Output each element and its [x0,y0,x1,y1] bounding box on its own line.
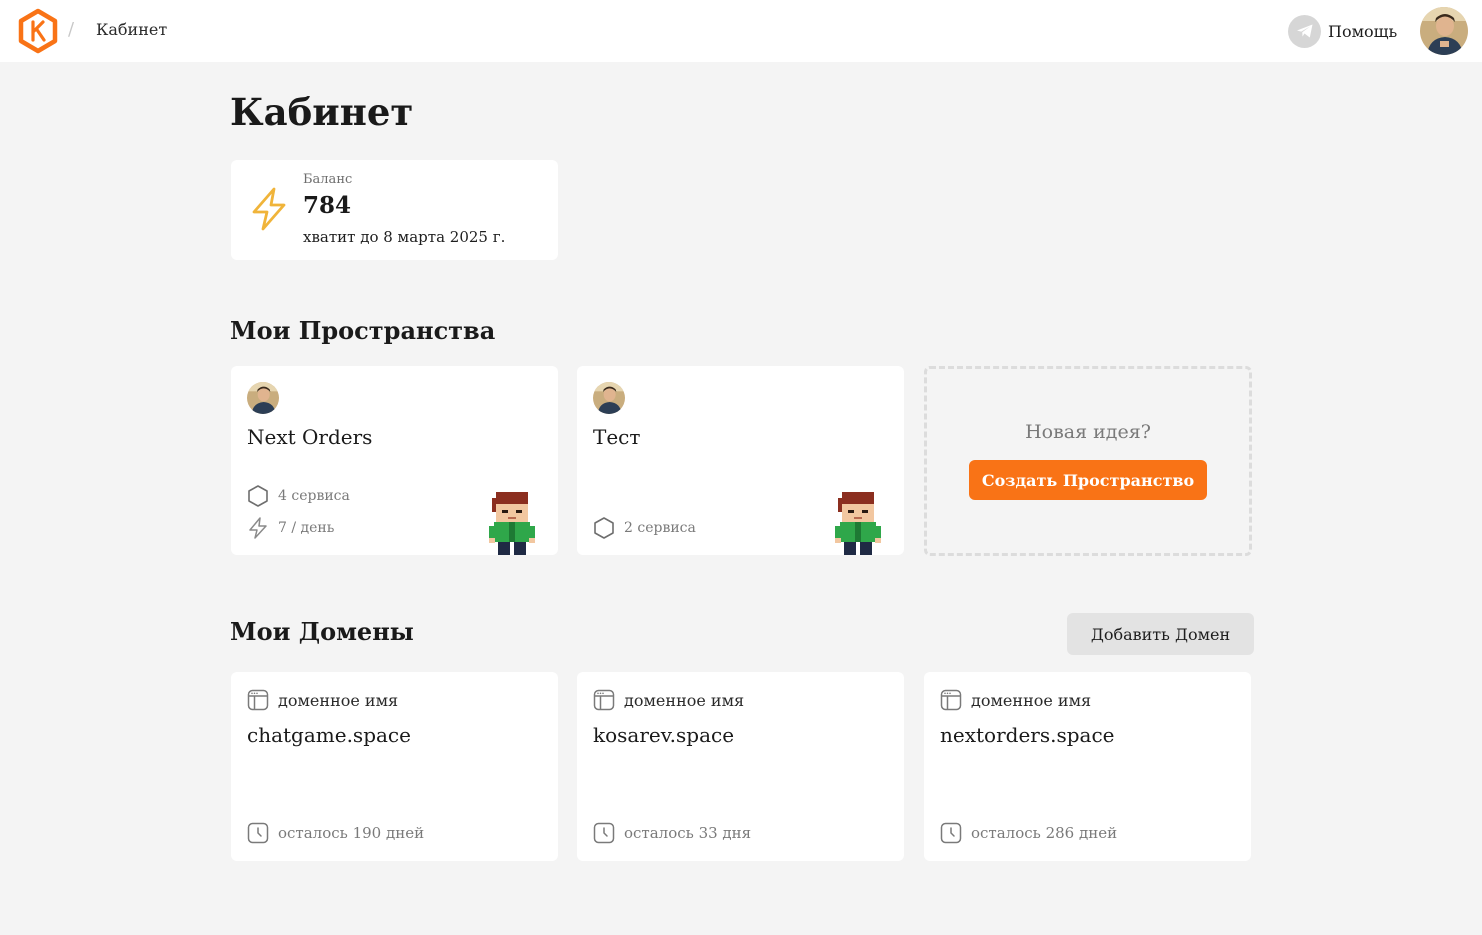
new-space-card: Новая идея? Создать Пространство [924,366,1252,556]
browser-window-icon [247,689,269,711]
clock-icon [247,822,269,844]
space-services-count: 4 сервиса [278,488,350,504]
space-usage-rate: 7 / день [278,520,335,536]
space-services: 4 сервиса [247,484,350,508]
telegram-icon [1288,14,1321,48]
domain-name: chatgame.space [247,723,411,747]
balance-card[interactable]: Баланс 784 хватит до 8 марта 2025 г. [231,160,558,260]
domain-card[interactable]: доменное имя kosarev.space осталось 33 д… [577,672,904,861]
domain-card[interactable]: доменное имя chatgame.space осталось 190… [231,672,558,861]
help-button[interactable]: Помощь [1288,14,1397,48]
domains-section-title: Мои Домены [230,617,414,646]
create-space-button[interactable]: Создать Пространство [969,460,1207,500]
browser-window-icon [593,689,615,711]
add-domain-button[interactable]: Добавить Домен [1067,613,1254,655]
space-owner-avatar [593,382,625,414]
spaces-section-title: Мои Пространства [230,316,496,345]
domain-label: доменное имя [247,689,398,711]
top-bar: / Кабинет Помощь [0,0,1482,62]
domain-label: доменное имя [593,689,744,711]
domain-expiry: осталось 286 дней [940,822,1117,844]
domain-label: доменное имя [940,689,1091,711]
space-card[interactable]: Тест 2 сервиса [577,366,904,555]
domain-expiry-text: осталось 286 дней [971,824,1118,842]
balance-forecast: хватит до 8 марта 2025 г. [303,228,506,246]
clock-icon [593,822,615,844]
lightning-icon [249,517,267,539]
domain-name: kosarev.space [593,723,735,747]
space-services-count: 2 сервиса [624,520,696,536]
domain-name: nextorders.space [940,723,1115,747]
space-card[interactable]: Next Orders 4 сервиса 7 / день [231,366,558,555]
space-usage: 7 / день [247,516,334,540]
domain-label-text: доменное имя [971,690,1092,710]
new-space-prompt: Новая идея? [1025,421,1151,443]
page-title: Кабинет [230,90,414,134]
domain-expiry: осталось 33 дня [593,822,751,844]
hexagon-icon [594,517,614,539]
space-services: 2 сервиса [593,516,696,540]
clock-icon [940,822,962,844]
breadcrumb-current[interactable]: Кабинет [96,20,167,39]
k-logo-icon[interactable] [16,8,60,54]
hexagon-icon [248,485,268,507]
space-owner-avatar [247,382,279,414]
domain-expiry: осталось 190 дней [247,822,424,844]
help-label: Помощь [1328,21,1398,41]
domain-expiry-text: осталось 33 дня [624,824,752,842]
user-avatar[interactable] [1420,7,1468,55]
domain-label-text: доменное имя [624,690,745,710]
space-name: Next Orders [247,425,373,449]
breadcrumb-separator: / [68,19,75,40]
balance-label: Баланс [303,172,353,187]
domain-label-text: доменное имя [278,690,399,710]
domain-expiry-text: осталось 190 дней [278,824,425,842]
domain-card[interactable]: доменное имя nextorders.space осталось 2… [924,672,1251,861]
pixel-character-icon [486,492,540,555]
pixel-character-icon [832,492,886,555]
balance-value: 784 [303,192,352,219]
space-name: Тест [593,425,641,449]
browser-window-icon [940,689,962,711]
lightning-icon [249,186,289,236]
